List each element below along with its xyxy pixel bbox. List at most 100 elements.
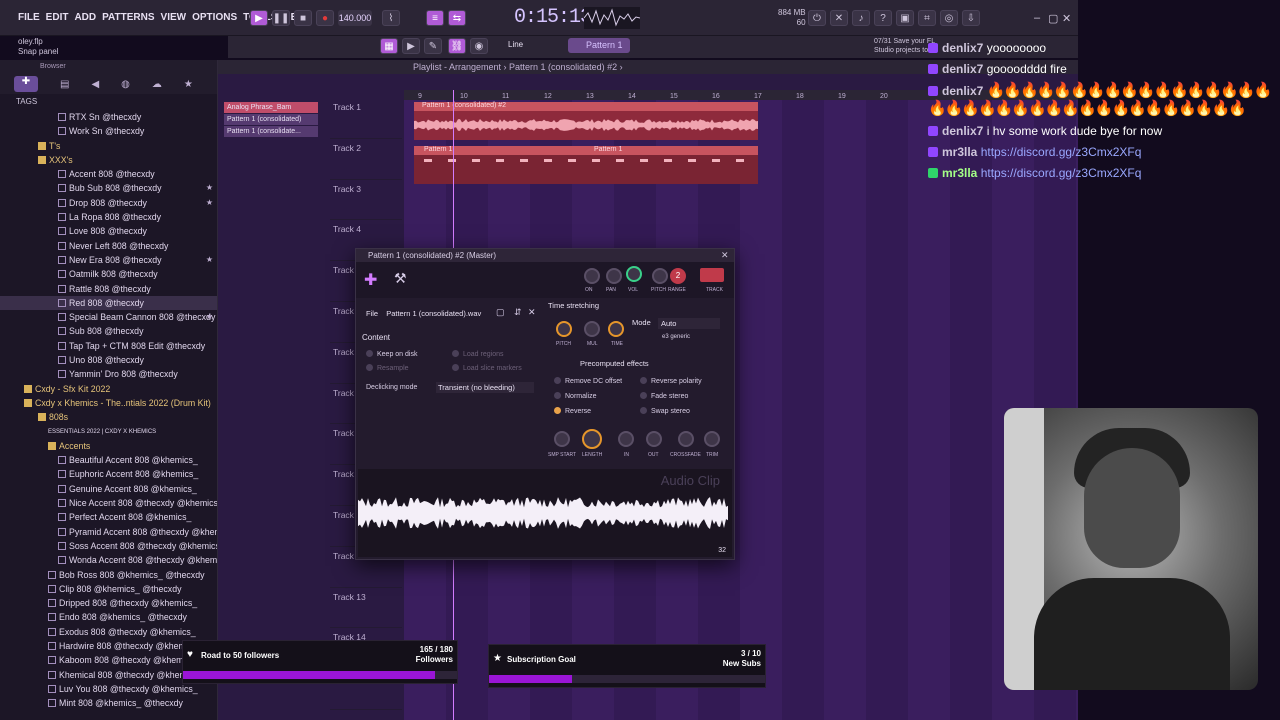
file-name[interactable]: Pattern 1 (consolidated).wav [386, 309, 481, 318]
reverse-toggle[interactable]: Reverse [554, 407, 591, 415]
chat-link[interactable]: https://discord.gg/z3Cmx2XFq [981, 145, 1142, 159]
chat-link[interactable]: https://discord.gg/z3Cmx2XFq [981, 166, 1142, 180]
browser-item[interactable]: Pyramid Accent 808 @thecxdy @khemics_ [0, 525, 217, 539]
link-icon[interactable]: ⛓ [448, 38, 466, 54]
menu-options[interactable]: OPTIONS [192, 12, 237, 23]
menu-file[interactable]: FILE [18, 12, 40, 23]
browser-item[interactable]: Accent 808 @thecxdy [0, 167, 217, 181]
length-knob[interactable] [582, 429, 602, 449]
fade-stereo-toggle[interactable]: Fade stereo [640, 392, 688, 400]
browser-item[interactable]: Bub Sub 808 @thecxdy ★ [0, 181, 217, 195]
download-icon[interactable]: ⇩ [962, 10, 980, 26]
track-header[interactable]: Track 2 [330, 139, 402, 180]
menu-edit[interactable]: EDIT [46, 12, 69, 23]
menu-add[interactable]: ADD [74, 12, 96, 23]
browser-tab-all[interactable]: ✚ [14, 76, 38, 92]
chat-icon[interactable]: ◎ [940, 10, 958, 26]
browser-item[interactable]: Dripped 808 @thecxdy @khemics_ [0, 596, 217, 610]
browser-folder[interactable]: Cxdy x Khemics - The..ntials 2022 (Drum … [0, 396, 217, 410]
browser-item[interactable]: Euphoric Accent 808 @khemics_ [0, 467, 217, 481]
load-regions-toggle[interactable]: Load regions [452, 350, 503, 358]
reload-icon[interactable]: ⇵ [514, 307, 522, 318]
browser-item[interactable]: Yammin' Dro 808 @thecxdy [0, 367, 217, 381]
menu-view[interactable]: VIEW [161, 12, 187, 23]
snap-icon[interactable]: ◉ [470, 38, 488, 54]
browser-item[interactable]: ESSENTIALS 2022 | CXDY X KHEMICS [0, 425, 217, 439]
volume-knob[interactable] [626, 266, 642, 282]
cpu-icon[interactable]: ⏻ [808, 10, 826, 26]
smp-start-knob[interactable] [554, 431, 570, 447]
track-header[interactable]: Track 13 [330, 588, 402, 629]
browser-item[interactable]: Wonda Accent 808 @thecxdy @khemics_ [0, 553, 217, 567]
wrench-icon[interactable]: ⚒ [394, 270, 407, 287]
playlist-icon[interactable]: ▦ [380, 38, 398, 54]
pitch-knob[interactable] [652, 268, 668, 284]
browser-folder[interactable]: 808s [0, 410, 217, 424]
normalize-toggle[interactable]: Normalize [554, 392, 597, 400]
stop-button[interactable]: ■ [294, 10, 312, 26]
chat-username[interactable]: denlix7 [942, 124, 983, 138]
in-knob[interactable] [618, 431, 634, 447]
pattern-clip[interactable]: Pattern 1 Pattern 1 [414, 146, 758, 184]
browser-item[interactable]: Luv You 808 @thecxdy @khemics_ [0, 682, 217, 696]
browser-tab-starred[interactable]: ★ [184, 79, 193, 90]
browser-item[interactable]: Oatmilk 808 @thecxdy [0, 267, 217, 281]
browser-item[interactable]: Mint 808 @khemics_ @thecxdy [0, 696, 217, 710]
keep-on-disk-toggle[interactable]: Keep on disk [366, 350, 417, 358]
browser-item[interactable]: Rattle 808 @thecxdy [0, 282, 217, 296]
range-knob[interactable]: 2 [670, 268, 686, 284]
help-icon[interactable]: ? [874, 10, 892, 26]
pattern-item[interactable]: Analog Phrase_Bam [224, 102, 318, 113]
chat-username[interactable]: denlix7 [942, 62, 983, 76]
chat-username[interactable]: mr3lla [942, 166, 977, 180]
snap-select[interactable]: Line [508, 40, 523, 49]
browser-tags[interactable]: TAGS [0, 94, 217, 110]
pan-knob[interactable] [606, 268, 622, 284]
browser-tab-presets[interactable]: ◍ [121, 79, 130, 90]
crossfade-knob[interactable] [678, 431, 694, 447]
chat-username[interactable]: denlix7 [942, 84, 983, 98]
pattern-song-toggle[interactable]: ▶ [250, 10, 268, 26]
browser-tab-plugins[interactable]: ◀ [91, 79, 99, 90]
next-icon[interactable]: ▶ [402, 38, 420, 54]
track-header[interactable]: Track 3 [330, 180, 402, 221]
browser-item[interactable]: Exodus 808 @thecxdy @khemics_ [0, 625, 217, 639]
browser-item[interactable]: Uno 808 @thecxdy [0, 353, 217, 367]
browser-item[interactable]: Beautiful Accent 808 @khemics_ [0, 453, 217, 467]
mixer-icon[interactable]: ✕ [830, 10, 848, 26]
menu-patterns[interactable]: PATTERNS [102, 12, 154, 23]
remove-icon[interactable]: ✕ [528, 307, 536, 318]
remove-dc-toggle[interactable]: Remove DC offset [554, 377, 622, 385]
out-knob[interactable] [646, 431, 662, 447]
plugin-icon[interactable]: ⌗ [918, 10, 936, 26]
pattern-item[interactable]: Pattern 1 (consolidate... [224, 126, 318, 137]
browser-item[interactable]: Soss Accent 808 @thecxdy @khemics_ [0, 539, 217, 553]
draw-icon[interactable]: ✎ [424, 38, 442, 54]
tempo-display[interactable]: 140.000 [338, 10, 372, 26]
browser-folder[interactable]: Cxdy - Sfx Kit 2022 [0, 382, 217, 396]
play-button[interactable]: ❚❚ [272, 10, 290, 26]
browser-item[interactable]: La Ropa 808 @thecxdy [0, 210, 217, 224]
browser-tab-folder[interactable]: ▤ [60, 79, 69, 90]
waveform-display[interactable]: Audio Clip 32 [358, 469, 732, 557]
trim-knob[interactable] [704, 431, 720, 447]
record-button[interactable]: ● [316, 10, 334, 26]
browser-item[interactable]: Work Sn @thecxdy [0, 124, 217, 138]
minimize-icon[interactable]: – [1034, 12, 1040, 24]
browser-item[interactable]: Genuine Accent 808 @khemics_ [0, 482, 217, 496]
declick-select[interactable]: Transient (no bleeding) [436, 382, 534, 393]
browser-item[interactable]: Special Beam Cannon 808 @thecxdy ★ [0, 310, 217, 324]
browser-folder[interactable]: XXX's [0, 153, 217, 167]
close-icon[interactable]: ✕ [1062, 12, 1071, 25]
star-icon[interactable]: ★ [206, 310, 213, 324]
browser-folder[interactable]: T's [0, 139, 217, 153]
reverse-polarity-toggle[interactable]: Reverse polarity [640, 377, 702, 385]
ts-time-knob[interactable] [608, 321, 624, 337]
step-edit-icon[interactable]: ≡ [426, 10, 444, 26]
resample-toggle[interactable]: Resample [366, 364, 409, 372]
browser-item[interactable]: Endo 808 @khemics_ @thecxdy [0, 610, 217, 624]
browser-item[interactable]: Sub 808 @thecxdy [0, 324, 217, 338]
track-header[interactable]: Track 1 [330, 98, 402, 139]
browser-item[interactable]: Never Left 808 @thecxdy [0, 239, 217, 253]
browser-item[interactable]: Drop 808 @thecxdy ★ [0, 196, 217, 210]
